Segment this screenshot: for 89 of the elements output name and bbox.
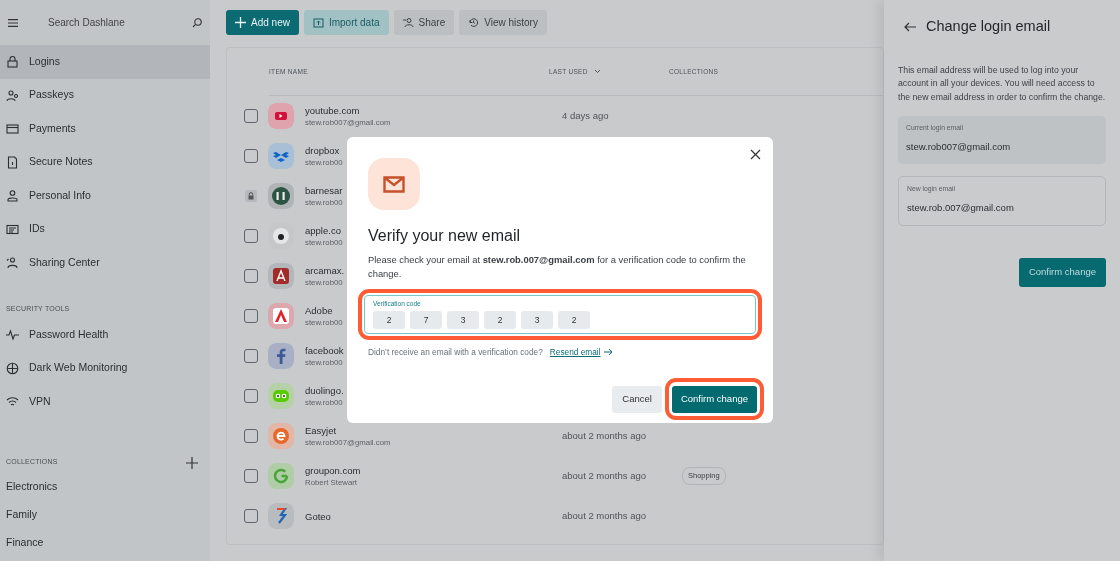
sidebar-item[interactable]: Dark Web Monitoring [0, 351, 210, 385]
email-input[interactable]: stew.rob007@gmail.com [906, 140, 1098, 155]
dialog-title: Verify your new email [368, 226, 522, 246]
globe-icon [6, 361, 19, 375]
person-add-icon [402, 17, 414, 28]
sidebar-item[interactable]: Passkeys [0, 78, 210, 112]
row-checkbox[interactable] [244, 349, 258, 363]
collection-item[interactable]: Finance [0, 528, 210, 557]
chevron-down-icon [593, 69, 601, 75]
item-name: facebook [305, 344, 344, 357]
code-digit: 7 [410, 310, 442, 329]
row-checkbox[interactable] [244, 389, 258, 403]
last-used-text: about 2 months ago [562, 429, 646, 441]
panel-description: This email address will be used to log into your account in all your devices. You will need access to the new email address in order to confirm the change. [898, 63, 1106, 104]
dialog-text: Please check your email at stew.rob.007@gmail.com for a verification code to confirm the change. [368, 253, 747, 282]
upload-icon [312, 17, 324, 28]
sidebar-item[interactable]: Payments [0, 112, 210, 146]
row-checkbox[interactable] [244, 309, 258, 323]
back-arrow-icon[interactable] [904, 21, 916, 32]
item-name: barnesar [305, 184, 343, 197]
code-digit: 2 [558, 310, 590, 329]
owl-logo-icon [268, 383, 294, 409]
id-card-icon [6, 222, 19, 236]
letter-logo-icon [268, 423, 294, 449]
sidebar-item[interactable]: Secure Notes [0, 145, 210, 179]
card-icon [6, 122, 19, 136]
sidebar-item[interactable]: VPN [0, 385, 210, 419]
toolbar-button[interactable]: Import data [303, 10, 389, 35]
person-icon [6, 189, 19, 203]
item-name: Adobe [305, 304, 333, 317]
email-input[interactable]: stew.rob.007@gmail.com [907, 201, 1097, 216]
search-field[interactable]: Search Dashlane [28, 15, 182, 30]
code-digit: 2 [484, 310, 516, 329]
row-checkbox[interactable] [244, 429, 258, 443]
item-name: youtube.com [305, 104, 360, 117]
last-used-text: 4 days ago [562, 109, 609, 121]
row-checkbox[interactable] [244, 109, 258, 123]
toolbar-button[interactable]: Share [393, 10, 455, 35]
row-checkbox[interactable] [244, 469, 258, 483]
box-logo-icon [268, 143, 294, 169]
history-icon [468, 17, 480, 28]
resend-email-link[interactable]: Resend email [549, 345, 613, 359]
hint-text: Didn’t receive an email with a verification code? [368, 345, 543, 359]
panel-title: Change login email [926, 17, 1051, 36]
close-icon[interactable] [750, 149, 761, 160]
sidebar-item[interactable]: Logins [0, 45, 210, 79]
pulse-icon [6, 328, 19, 342]
row-checkbox[interactable] [244, 269, 258, 283]
code-digit: 3 [521, 310, 553, 329]
menu-icon[interactable] [8, 18, 18, 27]
row-checkbox[interactable] [244, 229, 258, 243]
letter-logo-icon [268, 263, 294, 289]
item-name: arcamax. [305, 264, 345, 277]
item-name: apple.co [305, 224, 341, 237]
last-used-text: about 2 months ago [562, 469, 646, 481]
arrow-right-icon [603, 348, 613, 357]
item-name: groupon.com [305, 464, 361, 477]
letter-logo-icon [268, 463, 294, 489]
code-digit: 3 [447, 310, 479, 329]
search-icon[interactable] [192, 17, 202, 28]
sidebar-item[interactable]: Password Health [0, 318, 210, 352]
row-checkbox[interactable] [244, 509, 258, 523]
collection-item[interactable]: Family [0, 500, 210, 529]
people-icon [6, 88, 19, 102]
people-icon [6, 256, 19, 270]
item-name: Goteo [305, 509, 331, 523]
document-icon [6, 155, 19, 169]
sidebar-item[interactable]: Sharing Center [0, 246, 210, 280]
toolbar-button[interactable]: View history [459, 10, 547, 35]
sidebar-item[interactable]: Personal Info [0, 179, 210, 213]
item-name: Easyjet [305, 424, 337, 437]
code-digit: 2 [373, 310, 405, 329]
letter-logo-icon [268, 343, 294, 369]
confirm-change-button[interactable]: Confirm change [671, 386, 757, 413]
row-checkbox[interactable] [244, 149, 258, 163]
toolbar-button[interactable]: Add new [226, 10, 299, 35]
item-name: duolingo. [305, 384, 344, 397]
plus-icon [235, 17, 246, 28]
collection-item[interactable]: Electronics [0, 472, 210, 501]
item-name: dropbox [305, 144, 340, 157]
video-logo-icon [268, 103, 294, 129]
add-icon[interactable] [186, 456, 198, 469]
last-used-text: about 2 months ago [562, 509, 646, 521]
envelope-icon [368, 158, 420, 210]
sidebar-item[interactable]: IDs [0, 212, 210, 246]
cancel-button[interactable]: Cancel [612, 385, 662, 413]
confirm-change-button[interactable]: Confirm change [1018, 258, 1106, 287]
lock-icon [6, 55, 19, 69]
triangle-logo-icon [268, 303, 294, 329]
